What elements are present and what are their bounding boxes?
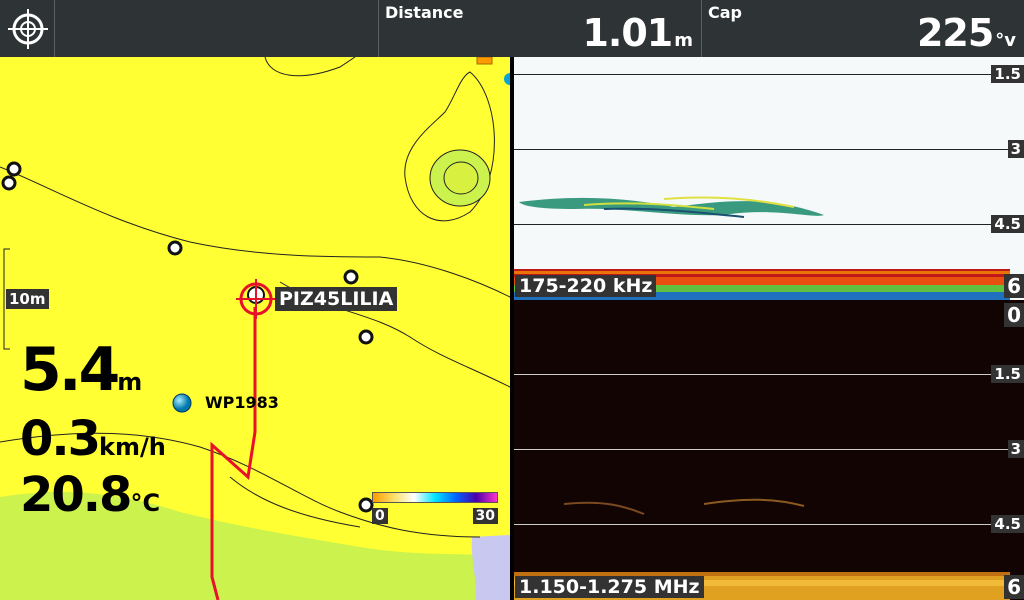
color-scale-bar xyxy=(372,492,498,503)
speed-readout: 0.3km/h xyxy=(20,411,166,467)
depth-mark: 3 xyxy=(1007,140,1024,158)
sonar-bottom-returns xyxy=(514,498,1010,600)
scale-label: 10m xyxy=(6,289,49,309)
marker-point[interactable] xyxy=(0,174,18,192)
depth-mark: 1.5 xyxy=(991,65,1024,83)
depth-gridline xyxy=(514,74,1010,75)
temperature-readout: 20.8°C xyxy=(20,467,161,523)
depth-gridline xyxy=(514,374,1010,375)
menu-button[interactable] xyxy=(0,0,55,57)
distance-label: Distance xyxy=(385,3,464,22)
depth-color-scale: 0 30 xyxy=(372,492,498,524)
frequency-label-top: 175-220 kHz xyxy=(515,275,657,297)
sonar-view-top[interactable]: 1.5 3 4.5 6 175-220 kHz xyxy=(514,57,1024,300)
chart-view[interactable]: PIZ45LILIA WP1983 10m 5.4m 0.3km/h 20.8°… xyxy=(0,57,510,600)
marker-point[interactable] xyxy=(342,268,360,286)
depth-gridline xyxy=(514,449,1010,450)
crosshair-icon xyxy=(8,9,48,49)
target-icon[interactable] xyxy=(234,277,278,321)
distance-value: 1.01 m xyxy=(582,11,693,55)
distance-box[interactable]: Distance 1.01 m xyxy=(378,0,701,57)
depth-mark: 4.5 xyxy=(991,515,1024,533)
depth-readout: 5.4m xyxy=(20,335,143,405)
cap-box[interactable]: Cap 225 °v xyxy=(701,0,1024,57)
frequency-label-bottom: 1.150-1.275 MHz xyxy=(515,576,704,598)
waypoint-icon[interactable] xyxy=(172,393,192,413)
depth-mark: 6 xyxy=(1004,274,1024,298)
marker-point[interactable] xyxy=(166,239,184,257)
top-data-bar: Distance 1.01 m Cap 225 °v xyxy=(0,0,1024,58)
color-scale-min: 0 xyxy=(372,508,388,524)
depth-mark: 4.5 xyxy=(991,215,1024,233)
marker-point[interactable] xyxy=(357,328,375,346)
depth-mark: 6 xyxy=(1004,575,1024,599)
depth-gridline xyxy=(514,524,1010,525)
target-label[interactable]: PIZ45LILIA xyxy=(275,287,398,311)
depth-mark: 3 xyxy=(1007,440,1024,458)
depth-mark: 1.5 xyxy=(991,365,1024,383)
depth-gridline xyxy=(514,224,1010,225)
depth-mark: 0 xyxy=(1004,303,1024,327)
color-scale-max: 30 xyxy=(472,508,498,524)
depth-gridline xyxy=(514,149,1010,150)
sonar-top-returns xyxy=(514,196,1010,300)
cap-value: 225 °v xyxy=(916,11,1016,55)
sonar-view-bottom[interactable]: 0 1.5 3 4.5 6 1.150-1.275 MHz xyxy=(514,300,1024,600)
waypoint-label[interactable]: WP1983 xyxy=(205,393,279,412)
cap-label: Cap xyxy=(708,3,742,22)
